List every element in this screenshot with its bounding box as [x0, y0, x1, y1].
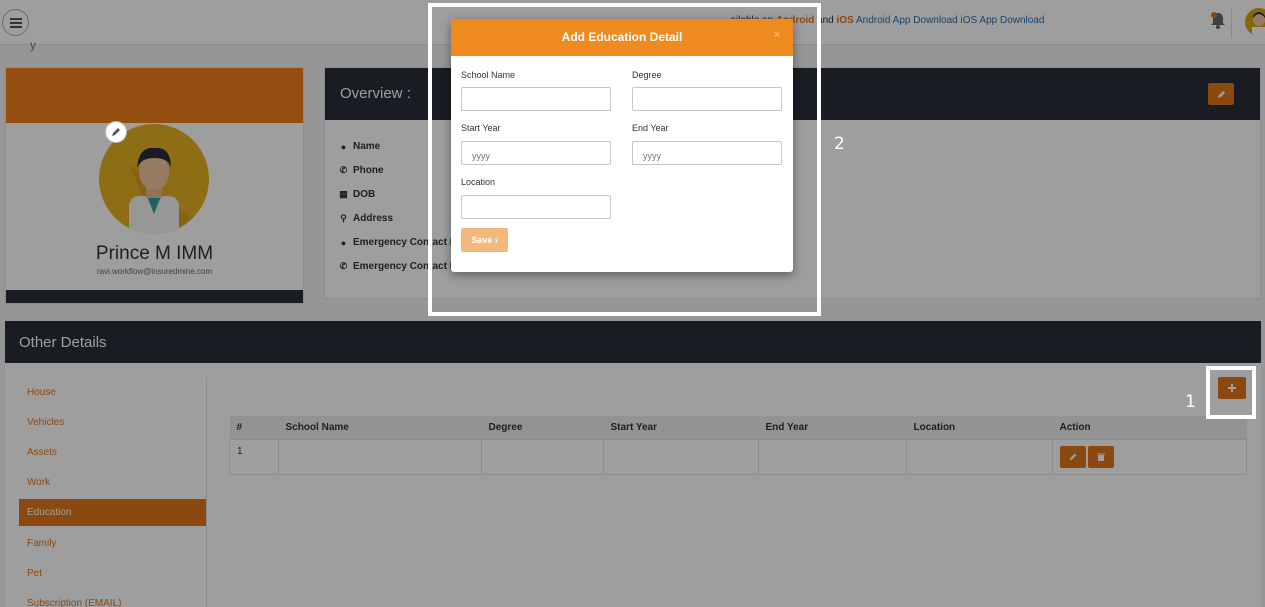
- add-education-modal: Add Education Detail × School Name Degre…: [451, 19, 793, 272]
- degree-label: Degree: [632, 70, 662, 80]
- degree-input[interactable]: [632, 87, 782, 111]
- modal-header: Add Education Detail ×: [451, 19, 793, 56]
- edit-photo-icon[interactable]: [105, 121, 127, 143]
- annotation-label-2: 2: [834, 134, 845, 154]
- save-button[interactable]: Save ›: [461, 228, 508, 252]
- start-year-label: Start Year: [461, 123, 501, 133]
- annotation-label-1: 1: [1185, 392, 1196, 412]
- start-year-input[interactable]: [461, 141, 611, 165]
- location-label: Location: [461, 177, 496, 187]
- school-name-input[interactable]: [461, 87, 611, 111]
- location-input[interactable]: [461, 195, 611, 219]
- close-icon[interactable]: ×: [774, 29, 780, 41]
- school-name-label: School Name: [461, 70, 516, 80]
- annotation-box-1: [1206, 366, 1256, 419]
- end-year-input[interactable]: [632, 141, 782, 165]
- modal-title: Add Education Detail: [561, 30, 683, 44]
- end-year-label: End Year: [632, 123, 669, 133]
